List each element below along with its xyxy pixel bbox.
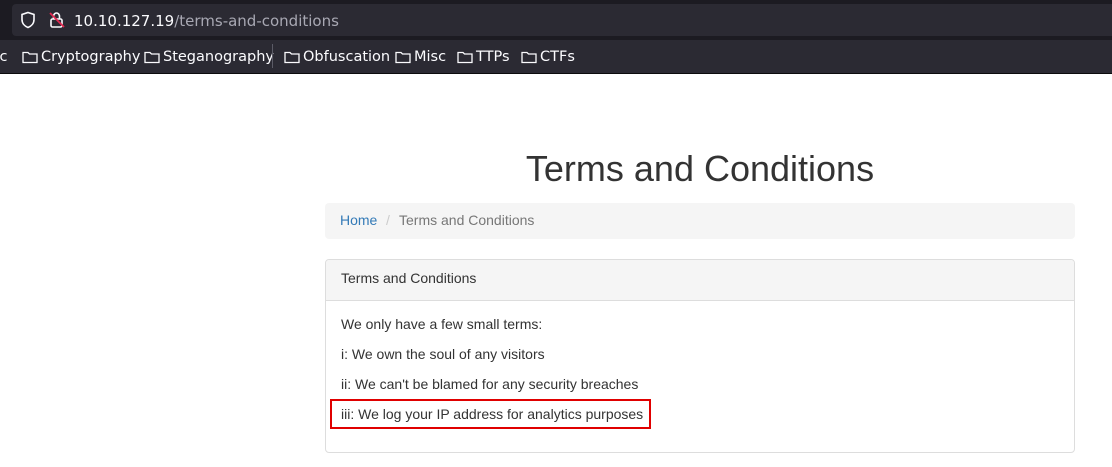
breadcrumb-separator: / (386, 212, 390, 228)
url-text[interactable]: 10.10.127.19/terms-and-conditions (74, 11, 339, 31)
shield-icon[interactable] (19, 11, 37, 29)
breadcrumb-home-link[interactable]: Home (340, 212, 377, 228)
bookmarks-separator (272, 44, 273, 68)
url-path: /terms-and-conditions (174, 12, 339, 30)
term-item: ii: We can't be blamed for any security … (341, 376, 639, 392)
folder-icon (395, 51, 411, 64)
folder-icon (144, 51, 160, 64)
annotation-highlight-box (330, 399, 651, 429)
bookmark-label: Obfuscation (303, 49, 391, 65)
folder-icon (284, 51, 300, 64)
terms-intro: We only have a few small terms: (341, 316, 543, 332)
breadcrumb-current: Terms and Conditions (399, 212, 535, 228)
bookmark-label: CTFs (540, 49, 575, 65)
folder-icon (22, 51, 38, 64)
page-title: Terms and Conditions (525, 148, 875, 189)
bookmark-misc-partial[interactable]: sc (0, 47, 8, 67)
panel-title: Terms and Conditions (341, 270, 477, 286)
url-host: 10.10.127.19 (74, 12, 175, 30)
panel-heading: Terms and Conditions (326, 260, 1074, 301)
browser-toolbar: 10.10.127.19/terms-and-conditions (0, 0, 1112, 40)
breadcrumb: Home / Terms and Conditions (325, 203, 1075, 239)
bookmark-label: Steganography (163, 49, 274, 65)
term-item: i: We own the soul of any visitors (341, 346, 545, 362)
folder-icon (521, 51, 537, 64)
insecure-lock-icon[interactable] (48, 11, 66, 29)
terms-panel: Terms and Conditions We only have a few … (325, 259, 1075, 453)
folder-icon (457, 51, 473, 64)
bookmark-label: Misc (414, 49, 447, 65)
bookmark-label: sc (0, 49, 8, 65)
bookmark-label: Cryptography (41, 49, 141, 65)
bookmarks-toolbar: sc Cryptography Steganography Obfuscatio… (0, 40, 1112, 74)
bookmark-label: TTPs (476, 49, 510, 65)
